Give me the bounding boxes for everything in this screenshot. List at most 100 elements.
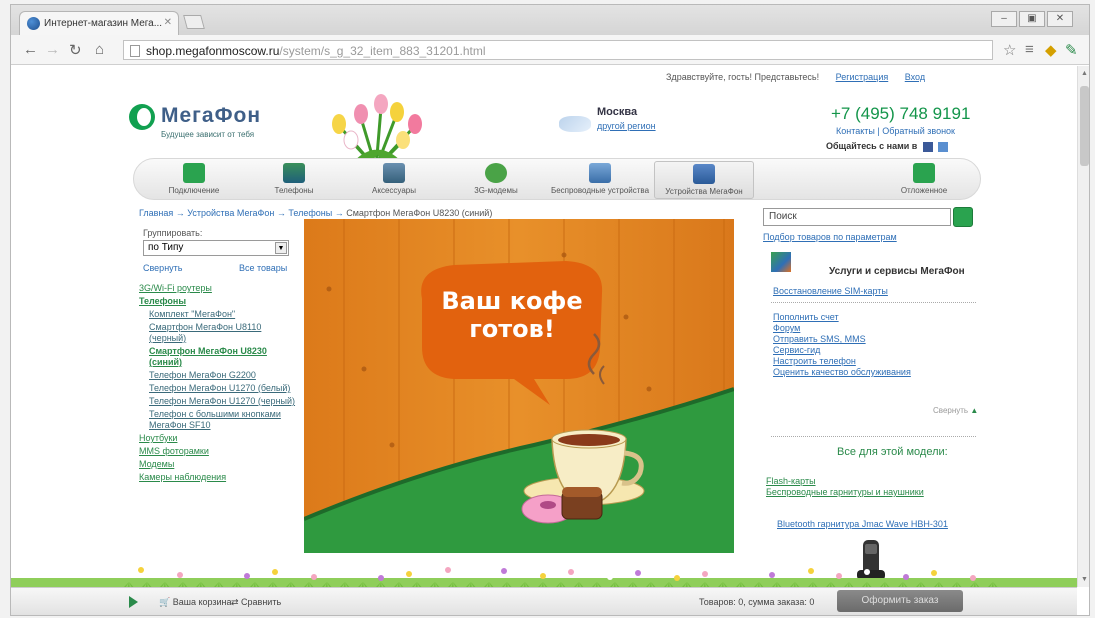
facebook-icon[interactable] (922, 141, 933, 152)
login-link[interactable]: Вход (905, 72, 925, 82)
all-items-link[interactable]: Все товары (239, 263, 287, 273)
category-label: Аксессуары (372, 186, 416, 195)
sidebar-item[interactable]: Телефон МегаФон U1270 (черный) (139, 396, 299, 407)
category-label: Телефоны (274, 186, 314, 195)
url-path: /system/s_g_32_item_883_31201.html (279, 44, 486, 58)
collapse-services-link[interactable]: Свернуть ▲ (933, 406, 978, 415)
forward-icon[interactable]: → (45, 41, 60, 58)
star-icon[interactable]: ☆ (1003, 41, 1016, 59)
bubble-line-2: готов! (469, 315, 555, 343)
sidebar-item[interactable]: Телефон с большими кнопками МегаФон SF10 (139, 409, 299, 431)
contacts-links[interactable]: Контакты | Обратный звонок (836, 126, 955, 136)
sidebar-item[interactable]: Камеры наблюдения (139, 472, 299, 483)
minimize-button[interactable]: – (991, 11, 1017, 27)
category-deferred[interactable]: Отложенное (874, 161, 974, 199)
vertical-scrollbar[interactable]: ▲ ▼ (1077, 66, 1089, 587)
divider (771, 302, 976, 303)
back-icon[interactable]: ← (23, 41, 38, 58)
antenna-icon (589, 163, 611, 183)
scroll-down-icon[interactable]: ▼ (1081, 576, 1088, 583)
arrow-up-icon: ▲ (970, 406, 979, 415)
breadcrumb-current: Смартфон МегаФон U8230 (синий) (346, 208, 493, 218)
checkout-button[interactable]: Оформить заказ (837, 590, 963, 612)
reload-icon[interactable]: ↻ (69, 41, 82, 59)
category-megafon-devices[interactable]: Устройства МегаФон (654, 161, 754, 199)
accessories-icon (383, 163, 405, 183)
sidebar-item[interactable]: MMS фоторамки (139, 446, 299, 457)
search-input[interactable]: Поиск (763, 208, 951, 226)
service-link[interactable]: Восстановление SIM-карты (773, 286, 888, 297)
category-nav: Подключение Телефоны Аксессуары 3G-модем… (133, 158, 981, 200)
category-connection[interactable]: Подключение (144, 161, 244, 199)
cart-link[interactable]: 🛒 Ваша корзина (159, 597, 232, 608)
collapse-label: Свернуть (933, 406, 969, 415)
group-select[interactable]: по Типу ▼ (143, 240, 289, 256)
page-viewport: Здравствуйте, гость! Представьтесь! Реги… (11, 66, 1077, 587)
sidebar-item[interactable]: Смартфон МегаФон U8110 (черный) (139, 322, 299, 344)
scroll-up-icon[interactable]: ▲ (1081, 70, 1088, 77)
breadcrumb-home[interactable]: Главная (139, 208, 173, 218)
tab-bar: Интернет-магазин Мега... ✕ – ▣ ✕ (11, 5, 1089, 35)
page-menu-icon[interactable]: ≡ (1025, 41, 1034, 58)
category-label: 3G-модемы (474, 186, 518, 195)
dropdown-arrow-icon[interactable]: ▼ (275, 242, 287, 254)
accessory-link[interactable]: Беспроводные гарнитуры и наушники (766, 487, 924, 498)
change-region-link[interactable]: другой регион (597, 121, 656, 131)
service-link[interactable]: Форум (773, 323, 911, 334)
megafon-logo-icon (129, 104, 155, 130)
breadcrumb-level2[interactable]: Телефоны (288, 208, 332, 218)
register-link[interactable]: Регистрация (836, 72, 889, 82)
map-icon (559, 116, 591, 132)
bt-headset-link[interactable]: Bluetooth гарнитура Jmac Wave HBH-301 (777, 519, 948, 529)
modem-icon (485, 163, 507, 183)
service-link[interactable]: Оценить качество обслуживания (773, 367, 911, 378)
tab-active[interactable]: Интернет-магазин Мега... ✕ (19, 11, 179, 35)
accessory-link[interactable]: Flash-карты (766, 476, 924, 487)
close-tab-icon[interactable]: ✕ (164, 17, 172, 28)
megafon-logo[interactable]: МегаФон Будущее зависит от тебя (129, 102, 289, 152)
extension-icon[interactable]: ◆ (1045, 41, 1057, 59)
greeting-text: Здравствуйте, гость! Представьтесь! (666, 72, 820, 82)
scrollbar-thumb[interactable] (1080, 86, 1089, 166)
address-bar[interactable]: shop.megafonmoscow.ru/system/s_g_32_item… (123, 40, 993, 60)
maximize-button[interactable]: ▣ (1019, 11, 1045, 27)
sidebar-item[interactable]: Комплект "МегаФон" (139, 309, 299, 320)
services-list-a: Восстановление SIM-карты (773, 286, 888, 297)
search-button[interactable] (953, 207, 973, 227)
breadcrumb-level1[interactable]: Устройства МегаФон (187, 208, 274, 218)
sidebar-menu: 3G/Wi-Fi роутеры Телефоны Комплект "Мега… (139, 283, 299, 485)
home-icon[interactable]: ⌂ (95, 41, 104, 58)
service-link[interactable]: Настроить телефон (773, 356, 911, 367)
sidebar-item[interactable]: Телефоны (139, 296, 299, 307)
category-accessories[interactable]: Аксессуары (344, 161, 444, 199)
hero-banner[interactable]: Ваш кофе готов! (304, 219, 734, 553)
sidebar-item[interactable]: Ноутбуки (139, 433, 299, 444)
pick-by-params-link[interactable]: Подбор товаров по параметрам (763, 232, 897, 242)
category-3g-modems[interactable]: 3G-модемы (446, 161, 546, 199)
wrench-icon[interactable]: ✎ (1065, 41, 1078, 59)
cart-label: Ваша корзина (172, 597, 232, 607)
cart-bar: 🛒 Ваша корзина ⇄ Сравнить Товаров: 0, су… (11, 587, 1077, 615)
new-tab-button[interactable] (183, 15, 205, 29)
social-links: Общайтесь с нами в (826, 141, 949, 152)
service-link[interactable]: Отправить SMS, MMS (773, 334, 911, 345)
compare-link[interactable]: ⇄ Сравнить (231, 597, 281, 608)
sim-icon (183, 163, 205, 183)
page-icon (130, 45, 140, 57)
sidebar-item[interactable]: Телефон МегаФон U1270 (белый) (139, 383, 299, 394)
play-icon[interactable] (129, 596, 138, 608)
category-wireless[interactable]: Беспроводные устройства (550, 161, 650, 199)
sidebar-item-selected[interactable]: Смартфон МегаФон U8230 (синий) (139, 346, 299, 368)
collapse-link[interactable]: Свернуть (143, 263, 182, 273)
logo-slogan: Будущее зависит от тебя (161, 130, 255, 139)
sidebar-item[interactable]: Телефон МегаФон G2200 (139, 370, 299, 381)
sidebar-item[interactable]: 3G/Wi-Fi роутеры (139, 283, 299, 294)
city-name: Москва (597, 106, 638, 118)
coffee-illustration (304, 219, 734, 553)
vk-icon[interactable] (938, 141, 949, 152)
service-link[interactable]: Пополнить счет (773, 312, 911, 323)
sidebar-item[interactable]: Модемы (139, 459, 299, 470)
category-phones[interactable]: Телефоны (244, 161, 344, 199)
close-window-button[interactable]: ✕ (1047, 11, 1073, 27)
service-link[interactable]: Сервис-гид (773, 345, 911, 356)
